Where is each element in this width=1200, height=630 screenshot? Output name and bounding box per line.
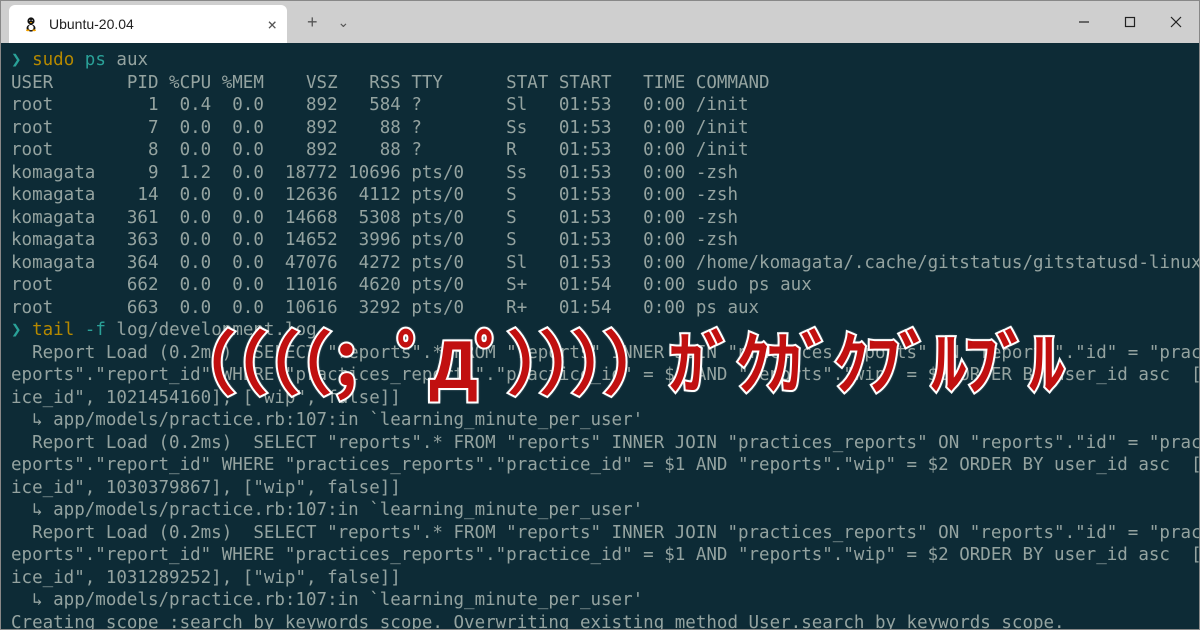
tab-actions: + ⌄	[307, 1, 349, 43]
minimize-button[interactable]	[1061, 1, 1107, 43]
maximize-button[interactable]	[1107, 1, 1153, 43]
tab-ubuntu[interactable]: Ubuntu-20.04 ×	[9, 5, 287, 43]
tux-icon	[23, 16, 39, 32]
new-tab-button[interactable]: +	[307, 12, 318, 33]
ps-header: USER PID %CPU %MEM VSZ RSS TTY STAT STAR…	[11, 73, 770, 93]
cmd-args: aux	[116, 50, 148, 70]
cmd-ps: ps	[85, 50, 106, 70]
tab-title: Ubuntu-20.04	[49, 16, 134, 32]
app-window: Ubuntu-20.04 × + ⌄ ❯ sudo ps aux USER PI…	[0, 0, 1200, 630]
titlebar: Ubuntu-20.04 × + ⌄	[1, 1, 1199, 43]
terminal[interactable]: ❯ sudo ps aux USER PID %CPU %MEM VSZ RSS…	[1, 43, 1199, 629]
close-icon[interactable]: ×	[267, 15, 277, 34]
prompt-symbol: ❯	[11, 50, 22, 70]
prompt-symbol: ❯	[11, 320, 22, 340]
cmd-logpath: log/development.log	[116, 320, 316, 340]
log-output: Report Load (0.2ms) SELECT "reports".* F…	[11, 343, 1199, 630]
cmd-flag: -f	[85, 320, 106, 340]
window-controls	[1061, 1, 1199, 43]
tab-dropdown-button[interactable]: ⌄	[338, 14, 350, 31]
cmd-tail: tail	[32, 320, 74, 340]
cmd-sudo: sudo	[32, 50, 74, 70]
ps-output: root 1 0.4 0.0 892 584 ? Sl 01:53 0:00 /…	[11, 95, 1199, 318]
close-window-button[interactable]	[1153, 1, 1199, 43]
